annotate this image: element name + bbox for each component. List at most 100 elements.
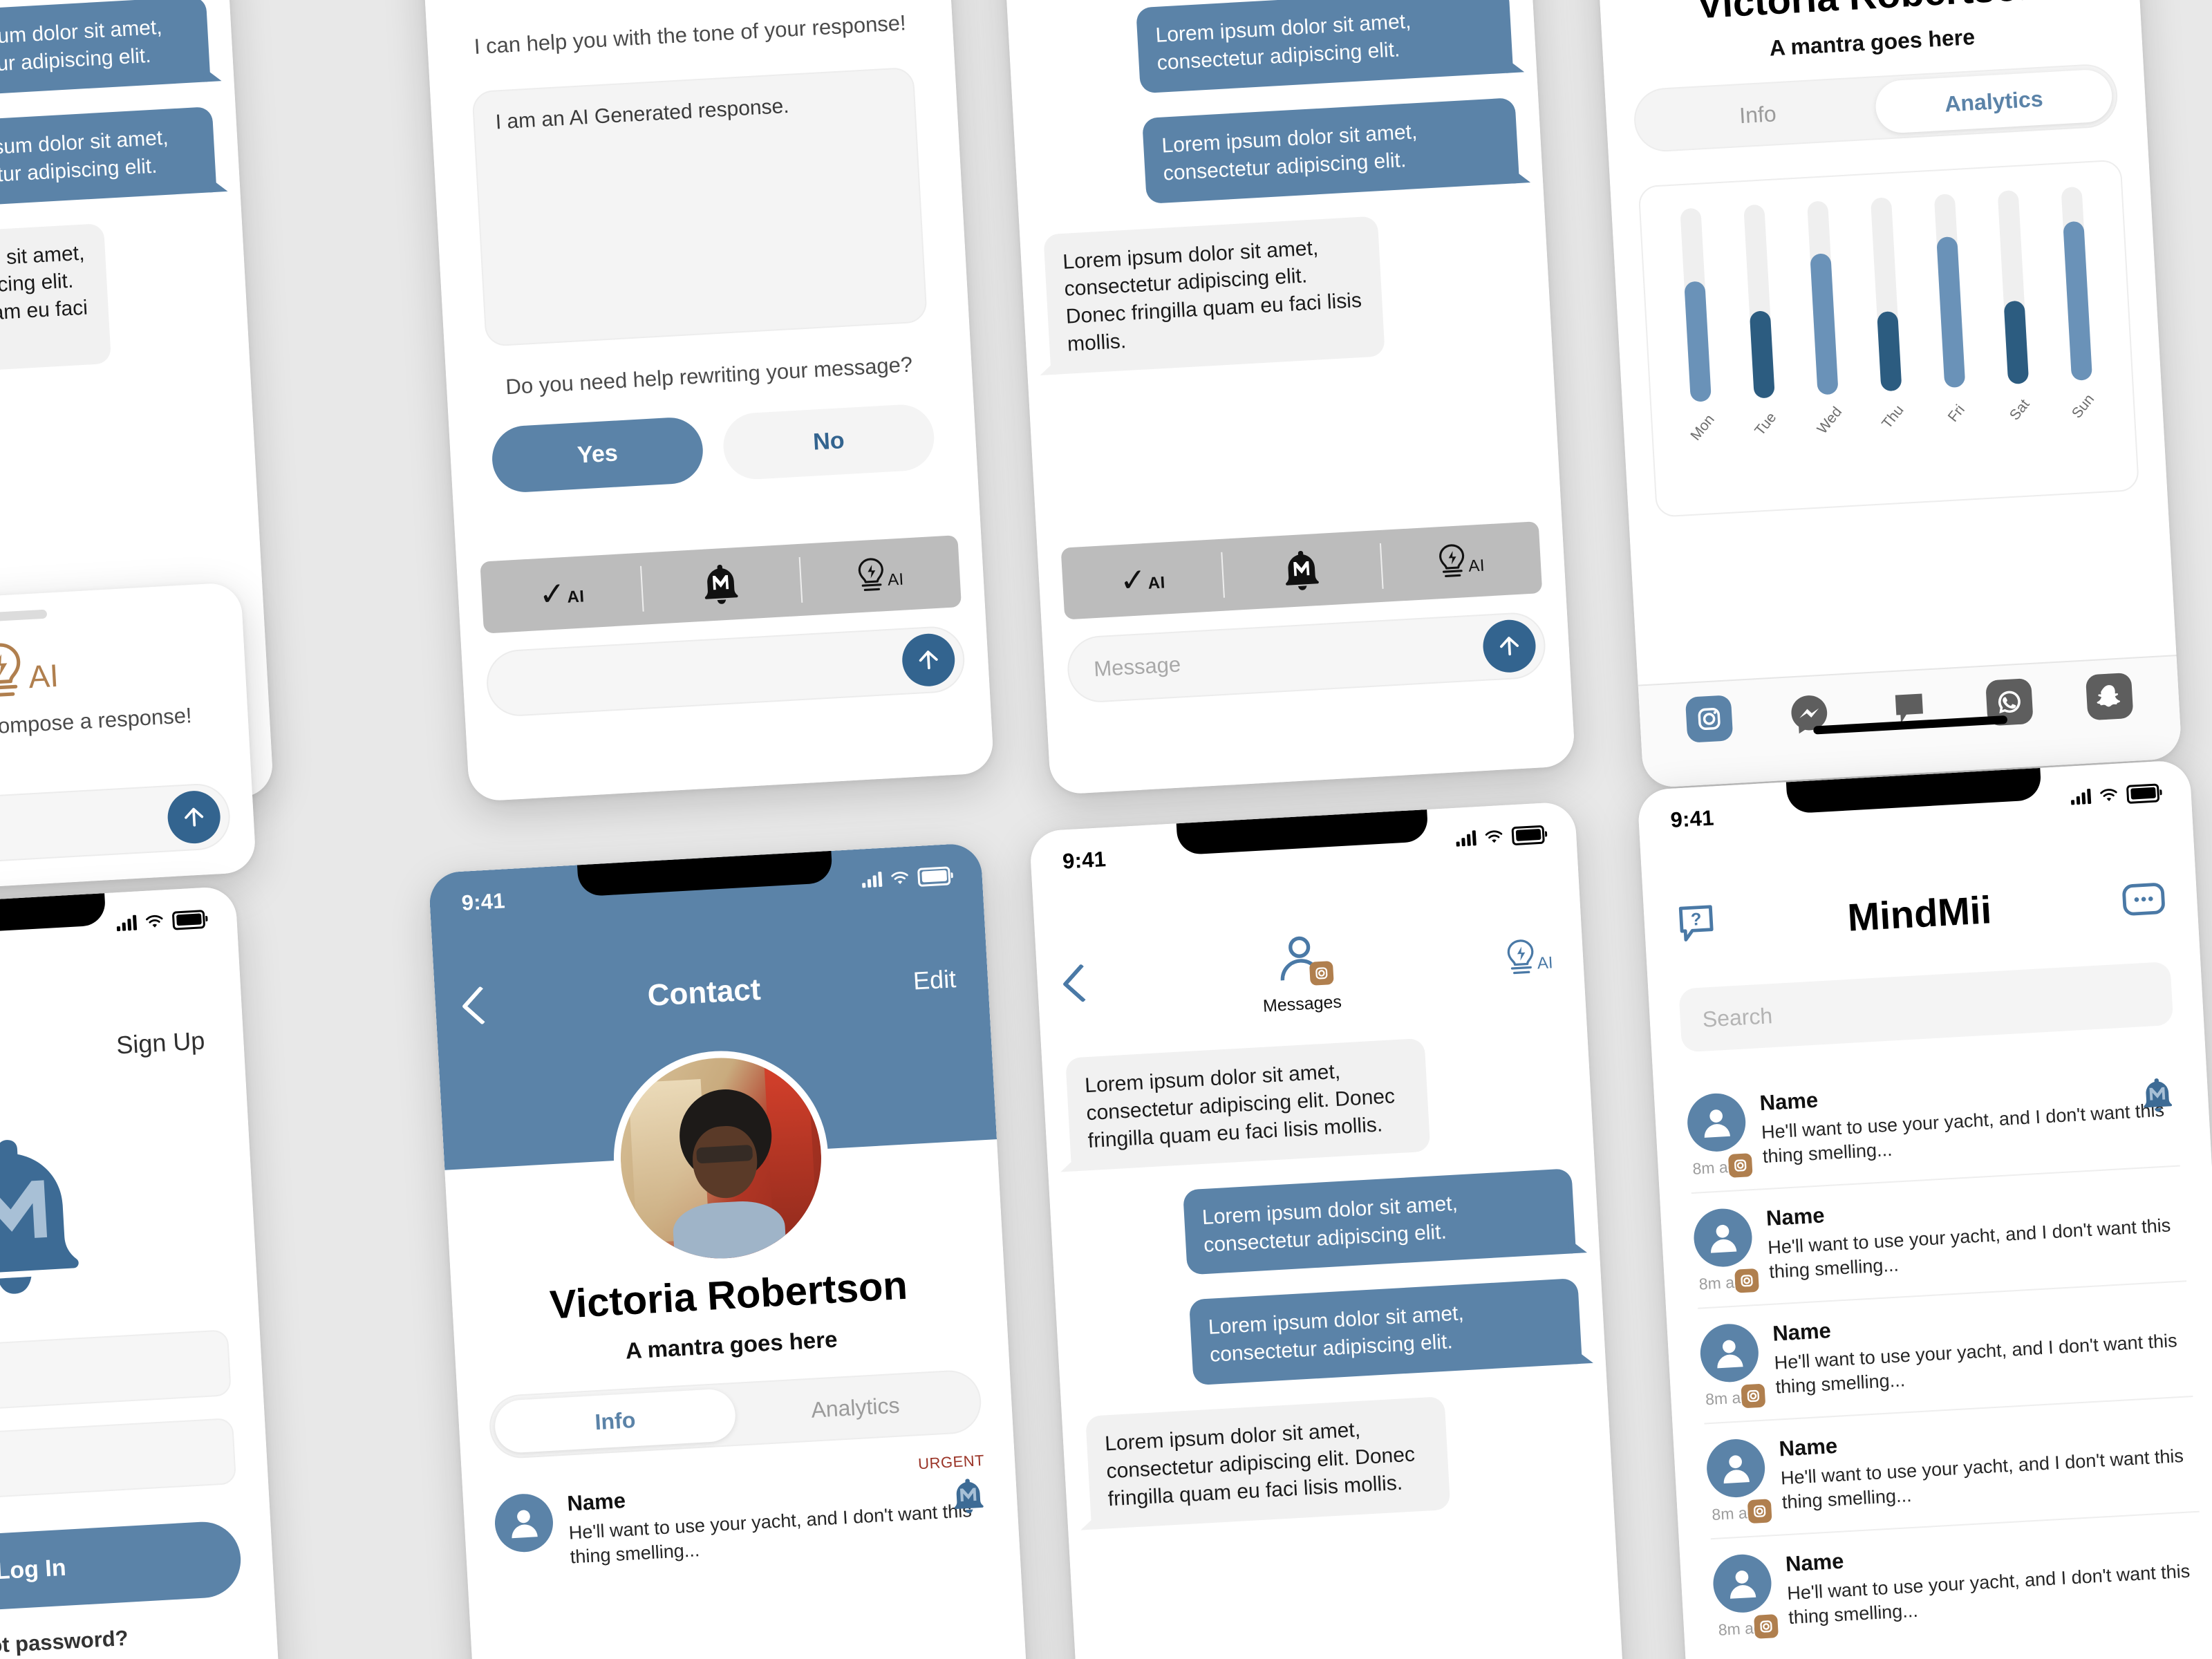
- screen-chat-ai-toolbar: Lorem ipsum dolor sit amet, consectetur …: [995, 0, 1576, 796]
- phone-ai-compose: I can help you with the tone of your res…: [415, 0, 995, 803]
- list-navbar: ? MindMii: [1674, 875, 2168, 952]
- chart-bar-fill: [1936, 236, 1966, 388]
- thread-contact[interactable]: Messages: [1259, 926, 1342, 1017]
- chart-bar-fill: [1749, 310, 1775, 399]
- chart-bar-fill: [1684, 281, 1712, 402]
- chat-bubble-outgoing: Lorem ipsum dolor sit amet, consectetur …: [0, 106, 217, 210]
- instagram-badge-icon: [1754, 1614, 1779, 1639]
- sheet-grabber[interactable]: [0, 609, 48, 622]
- help-chat-icon[interactable]: ?: [1674, 900, 1719, 951]
- contact-list-item[interactable]: Name He'll want to use your yacht, and I…: [492, 1452, 990, 1588]
- tab-info[interactable]: Info: [494, 1387, 737, 1454]
- chart-bars: Mon Tue Wed Thu Fri Sat Sun: [1658, 185, 2116, 444]
- chart-bar-track: [1680, 207, 1712, 402]
- forgot-password-link[interactable]: Forgot password?: [0, 1619, 245, 1659]
- page-title: Contact: [646, 972, 762, 1013]
- mockup-showcase-canvas: Lorem ipsum dolor sit amet, consectetur …: [0, 0, 2212, 1659]
- screen-ai-compose: I can help you with the tone of your res…: [415, 0, 995, 803]
- chart-bar-label: Wed: [1814, 404, 1845, 438]
- chart-bar-label: Thu: [1878, 402, 1907, 432]
- page-title: MindMii: [1846, 888, 1993, 939]
- yes-button[interactable]: Yes: [490, 415, 705, 494]
- chart-bar-6: Sun: [2040, 185, 2116, 422]
- signup-link[interactable]: Sign Up: [115, 1026, 205, 1060]
- grammar-check-ai-button[interactable]: ✓ AI: [480, 553, 643, 634]
- signal-icon: [861, 871, 883, 888]
- mindmii-bell-logo-icon: [1286, 550, 1319, 590]
- chat-messages-left: Lorem ipsum dolor sit amet, consectetur …: [0, 0, 250, 382]
- tab-analytics[interactable]: Analytics: [734, 1375, 977, 1441]
- wifi-icon: [146, 915, 163, 928]
- urgent-badge: URGENT: [917, 1451, 985, 1473]
- ai-logo-text: AI: [27, 657, 60, 695]
- avatar: [493, 1492, 555, 1554]
- message-input[interactable]: [485, 624, 966, 718]
- chat-bubble-outgoing: Lorem ipsum dolor sit amet, consectetur …: [1188, 1278, 1582, 1386]
- status-bar: 9:41: [0, 886, 238, 967]
- mindmii-bell-logo-icon: [704, 564, 738, 604]
- signal-icon: [1456, 830, 1477, 847]
- tab-info[interactable]: Info: [1638, 82, 1877, 147]
- ai-suggest-button[interactable]: AI: [798, 535, 962, 616]
- mindmii-bell-logo: [0, 1114, 258, 1320]
- screen-login: 9:41 Log In Sign Up: [0, 885, 290, 1659]
- email-field[interactable]: Email: [0, 1329, 232, 1419]
- search-input[interactable]: Search: [1678, 961, 2174, 1053]
- chart-bar-fill: [1877, 311, 1902, 392]
- ai-compose-headline: I can help you with the tone of your res…: [473, 10, 907, 59]
- back-button[interactable]: [461, 986, 501, 1025]
- instagram-badge-icon: [1747, 1499, 1772, 1524]
- ai-suggest-button[interactable]: AI: [1379, 521, 1542, 602]
- ai-keyboard-toolbar: ✓ AI: [1060, 521, 1548, 704]
- phone-login: 9:41 Log In Sign Up: [0, 885, 290, 1659]
- avatar: 8m ago: [1685, 1091, 1753, 1179]
- chat-bubble-outgoing: Lorem ipsum dolor sit amet, consectetur …: [1182, 1168, 1577, 1275]
- wifi-icon: [2100, 788, 2117, 801]
- chart-bar-fill: [1810, 252, 1839, 395]
- screen-mindmii-list: 9:41 ? MindMii Search 8m ago Name He'll …: [1637, 759, 2212, 1659]
- ai-compose-prompt: Do you need help rewriting your message?: [505, 352, 913, 400]
- chart-bar-fill: [2003, 300, 2030, 385]
- mindmii-bell-button[interactable]: [639, 544, 803, 625]
- ai-sheet-headline: I can help you compose a response!: [0, 703, 193, 747]
- chart-bar-fill: [2063, 221, 2093, 381]
- grammar-check-ai-button[interactable]: ✓ AI: [1061, 539, 1224, 620]
- more-options-icon[interactable]: [2120, 880, 2168, 922]
- phone-messages-thread: 9:41 Messages AI Lorem ipsum dolor sit a…: [1029, 801, 1633, 1659]
- avatar: 8m ago: [1698, 1322, 1766, 1409]
- person-icon: [1711, 1224, 1737, 1253]
- chat-messages-right: Lorem ipsum dolor sit amet, consectetur …: [1007, 0, 1552, 376]
- chat-bubble-outgoing: Lorem ipsum dolor sit amet, consectetur …: [1136, 0, 1514, 94]
- back-button[interactable]: [1062, 964, 1102, 1003]
- phone-mindmii-list: 9:41 ? MindMii Search 8m ago Name He'll …: [1637, 759, 2212, 1659]
- wifi-icon: [891, 871, 908, 884]
- chart-bar-label: Fri: [1944, 402, 1968, 425]
- ai-generated-textarea[interactable]: I am an AI Generated response.: [471, 66, 928, 348]
- status-time: 9:41: [1062, 847, 1107, 874]
- status-bar: 9:41: [428, 843, 983, 928]
- wifi-icon: [1485, 830, 1503, 843]
- status-bar: 9:41: [1029, 801, 1577, 885]
- phone-analytics: Victoria Robertson A mantra goes here In…: [1578, 0, 2182, 789]
- contact-tabs: Info Analytics: [487, 1369, 983, 1460]
- mindmii-bell-button[interactable]: [1220, 530, 1383, 611]
- screen-ai-sheet: AI I can help you compose a response! Re…: [0, 581, 257, 898]
- snapchat-icon[interactable]: [2085, 672, 2134, 721]
- login-button[interactable]: Log In: [0, 1519, 243, 1620]
- tab-analytics[interactable]: Analytics: [1874, 68, 2114, 135]
- svg-text:?: ?: [1690, 910, 1702, 930]
- message-input[interactable]: Message: [1065, 610, 1548, 704]
- bulb-ai-icon[interactable]: AI: [1504, 937, 1554, 980]
- screen-messages-thread: 9:41 Messages AI Lorem ipsum dolor sit a…: [1029, 801, 1633, 1659]
- no-button[interactable]: No: [721, 402, 936, 481]
- instagram-icon[interactable]: [1685, 695, 1734, 743]
- chat-bubble-outgoing: Lorem ipsum dolor sit amet, consectetur …: [1142, 97, 1520, 204]
- conversation-list: 8m ago Name He'll want to use your yacht…: [1685, 1051, 2206, 1653]
- chart-bar-label: Tue: [1752, 409, 1780, 439]
- person-icon: [512, 1510, 538, 1539]
- compose-input-row: [485, 624, 966, 718]
- edit-button[interactable]: Edit: [912, 964, 957, 995]
- status-indicators: [1456, 825, 1545, 848]
- chat-bubble-incoming: Lorem ipsum dolor sit amet, consectetur …: [1043, 215, 1386, 375]
- password-field[interactable]: Password: [0, 1417, 237, 1508]
